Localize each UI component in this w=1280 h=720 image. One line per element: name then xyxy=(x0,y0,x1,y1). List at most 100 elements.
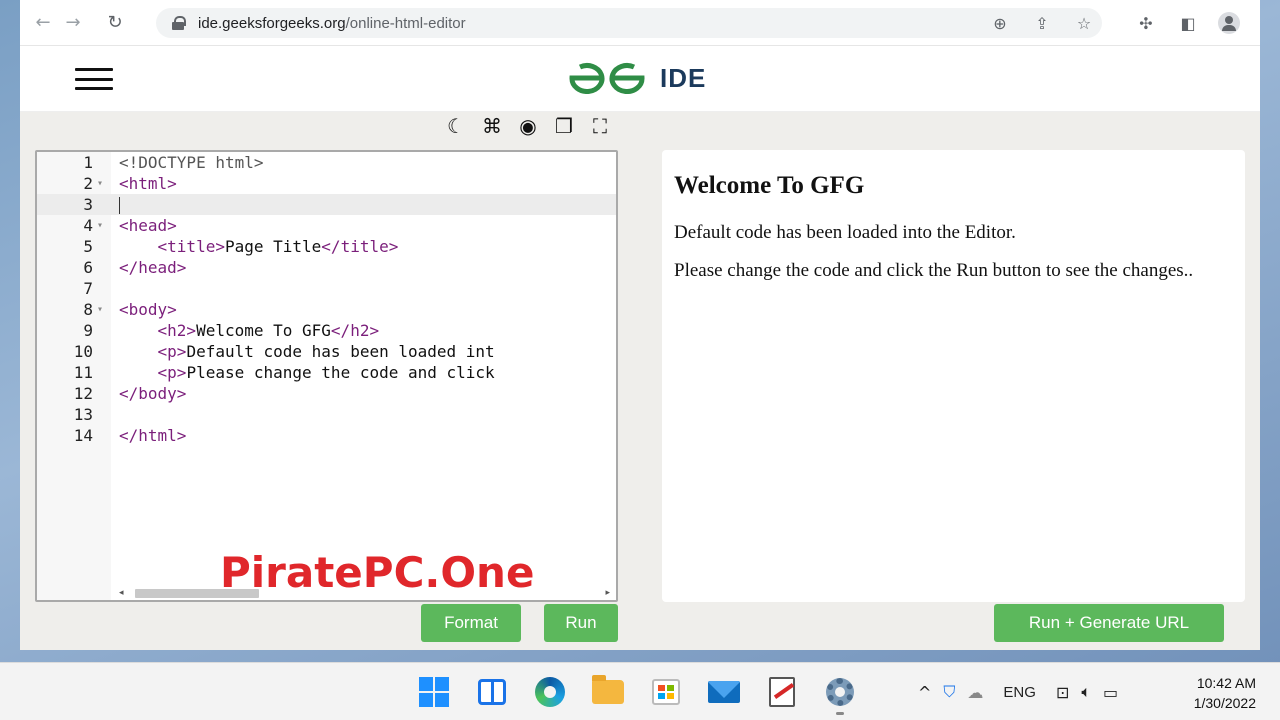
fullscreen-icon[interactable]: ⛶ xyxy=(588,114,612,138)
gfg-logo-icon xyxy=(569,63,645,94)
code-line[interactable]: 6 </head> xyxy=(37,257,616,278)
output-heading: Welcome To GFG xyxy=(674,172,865,199)
ide-workspace: ☾ ⌘ ◉ ❐ ⛶ 1 <!DOCTYPE html> 2 ▾ <html> 3 4 ▾ <he… xyxy=(20,112,1260,650)
code-line[interactable]: 11 <p>Please change the code and click xyxy=(37,362,616,383)
line-number: 10 xyxy=(73,342,93,361)
shortcuts-command-icon[interactable]: ⌘ xyxy=(480,114,504,138)
code-line[interactable]: 3 xyxy=(37,194,616,215)
scroll-right-icon[interactable]: ▸ xyxy=(605,586,610,600)
start-windows-icon[interactable] xyxy=(416,675,452,709)
code-line[interactable]: 1 <!DOCTYPE html> xyxy=(37,152,616,173)
microsoft-store-icon[interactable] xyxy=(648,675,684,709)
battery-icon[interactable]: ▭ xyxy=(1103,683,1118,702)
side-panel-icon[interactable]: ◧ xyxy=(1176,14,1200,33)
edge-browser-icon[interactable] xyxy=(532,675,568,709)
line-number: 8 xyxy=(83,300,93,319)
line-number: 1 xyxy=(83,153,93,172)
copy-icon[interactable]: ❐ xyxy=(552,114,576,138)
code-text[interactable]: <title>Page Title</title> xyxy=(119,236,399,257)
preview-eye-icon[interactable]: ◉ xyxy=(516,114,540,138)
code-text[interactable]: <h2>Welcome To GFG</h2> xyxy=(119,320,380,341)
code-text[interactable]: </html> xyxy=(119,425,186,446)
code-text[interactable]: </head> xyxy=(119,257,186,278)
line-number: 12 xyxy=(73,384,93,403)
code-text[interactable]: <p>Please change the code and click xyxy=(119,362,495,383)
code-text[interactable]: <body> xyxy=(119,299,177,320)
widgets-icon[interactable] xyxy=(474,675,510,709)
code-line[interactable]: 10 <p>Default code has been loaded int xyxy=(37,341,616,362)
code-line[interactable]: 4 ▾ <head> xyxy=(37,215,616,236)
run-button[interactable]: Run xyxy=(544,604,618,642)
code-line[interactable]: 2 ▾ <html> xyxy=(37,173,616,194)
file-explorer-icon[interactable] xyxy=(590,675,626,709)
security-shield-warning-icon[interactable]: ⛉ xyxy=(943,682,955,702)
run-generate-url-button[interactable]: Run + Generate URL xyxy=(994,604,1224,642)
scroll-left-icon[interactable]: ◂ xyxy=(119,586,124,600)
fold-arrow-icon[interactable]: ▾ xyxy=(97,215,103,236)
code-text[interactable] xyxy=(119,194,120,215)
back-arrow-icon[interactable]: ← xyxy=(28,8,58,38)
hamburger-menu-icon[interactable] xyxy=(75,68,113,90)
line-number: 7 xyxy=(83,279,93,298)
bookmark-star-icon[interactable]: ☆ xyxy=(1072,14,1096,33)
extensions-puzzle-icon[interactable]: ✣ xyxy=(1134,14,1158,33)
code-text[interactable]: <head> xyxy=(119,215,177,236)
browser-window: ← → ↻ ide.geeksforgeeks.org/online-html-… xyxy=(20,0,1260,650)
fold-arrow-icon[interactable]: ▾ xyxy=(97,173,103,194)
url-text[interactable]: ide.geeksforgeeks.org/online-html-editor xyxy=(198,15,466,32)
forward-arrow-icon[interactable]: → xyxy=(58,8,88,38)
code-line[interactable]: 13 xyxy=(37,404,616,425)
logo-text: IDE xyxy=(660,62,707,93)
address-bar[interactable]: ide.geeksforgeeks.org/online-html-editor… xyxy=(156,8,1102,38)
output-paragraph-2: Please change the code and click the Run… xyxy=(674,260,1194,281)
code-line[interactable]: 7 xyxy=(37,278,616,299)
code-editor[interactable]: 1 <!DOCTYPE html> 2 ▾ <html> 3 4 ▾ <head> 5 <titl… xyxy=(35,150,618,602)
zoom-icon[interactable]: ⊕ xyxy=(988,14,1012,33)
clock[interactable]: 10:42 AM 1/30/2022 xyxy=(1180,673,1256,713)
code-lines[interactable]: 1 <!DOCTYPE html> 2 ▾ <html> 3 4 ▾ <head> 5 <titl… xyxy=(37,152,616,446)
line-number: 5 xyxy=(83,237,93,256)
code-line[interactable]: 12 </body> xyxy=(37,383,616,404)
profile-avatar-icon[interactable] xyxy=(1218,12,1240,34)
reload-icon[interactable]: ↻ xyxy=(100,8,130,38)
clock-time: 10:42 AM xyxy=(1196,675,1256,691)
line-number: 6 xyxy=(83,258,93,277)
code-text[interactable]: <p>Default code has been loaded int xyxy=(119,341,495,362)
browser-toolbar: ← → ↻ ide.geeksforgeeks.org/online-html-… xyxy=(20,0,1260,46)
code-line[interactable]: 8 ▾ <body> xyxy=(37,299,616,320)
line-number: 13 xyxy=(73,405,93,424)
fold-arrow-icon[interactable]: ▾ xyxy=(97,299,103,320)
line-number: 14 xyxy=(73,426,93,445)
language-indicator[interactable]: ENG xyxy=(1003,684,1036,701)
code-line[interactable]: 14 </html> xyxy=(37,425,616,446)
volume-icon[interactable]: 🔈︎ xyxy=(1081,682,1091,702)
gfg-logo[interactable]: IDE xyxy=(566,62,706,94)
output-preview: Welcome To GFG Default code has been loa… xyxy=(662,150,1245,602)
lock-icon[interactable] xyxy=(172,16,186,30)
line-number: 3 xyxy=(83,195,93,214)
output-paragraph-1: Default code has been loaded into the Ed… xyxy=(674,222,1016,243)
clock-date: 1/30/2022 xyxy=(1193,695,1256,711)
line-number: 2 xyxy=(83,174,93,193)
line-number: 4 xyxy=(83,216,93,235)
system-tray: ^ ⛉ ☁ ENG ⊡ 🔈︎ ▭ xyxy=(918,675,1118,709)
code-line[interactable]: 5 <title>Page Title</title> xyxy=(37,236,616,257)
share-icon[interactable]: ⇪ xyxy=(1030,14,1054,33)
code-line[interactable]: 9 <h2>Welcome To GFG</h2> xyxy=(37,320,616,341)
network-icon[interactable]: ⊡ xyxy=(1056,683,1069,702)
line-number: 11 xyxy=(73,363,93,382)
format-button[interactable]: Format xyxy=(421,604,521,642)
paint-icon[interactable] xyxy=(764,675,800,709)
settings-gear-icon[interactable] xyxy=(822,675,858,715)
code-text[interactable]: <html> xyxy=(119,173,177,194)
mail-icon[interactable] xyxy=(706,675,742,709)
line-number: 9 xyxy=(83,321,93,340)
dark-mode-moon-icon[interactable]: ☾ xyxy=(444,114,468,138)
code-text[interactable]: <!DOCTYPE html> xyxy=(119,152,264,173)
editor-toolbar: ☾ ⌘ ◉ ❐ ⛶ xyxy=(444,114,612,138)
code-text[interactable]: </body> xyxy=(119,383,186,404)
site-header: IDE xyxy=(20,46,1260,112)
onedrive-cloud-icon[interactable]: ☁ xyxy=(967,683,983,702)
show-hidden-icons-chevron-icon[interactable]: ^ xyxy=(918,683,931,702)
windows-taskbar: ^ ⛉ ☁ ENG ⊡ 🔈︎ ▭ 10:42 AM 1/30/2022 xyxy=(0,662,1280,720)
